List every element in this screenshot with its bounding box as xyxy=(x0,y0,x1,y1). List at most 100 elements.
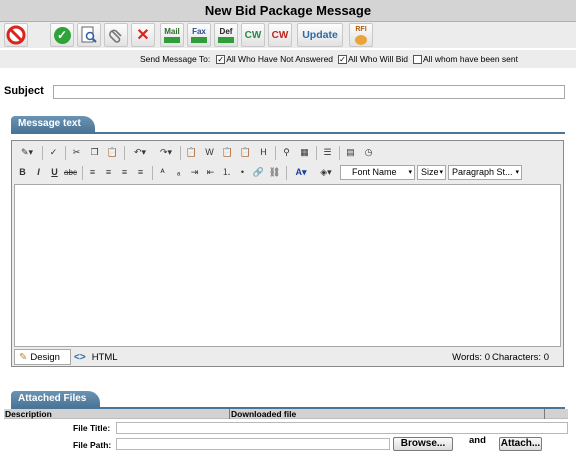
file-title-input[interactable] xyxy=(116,422,568,434)
undo-icon[interactable]: ↶▾ xyxy=(129,146,151,159)
justify-icon[interactable]: ≡ xyxy=(134,166,147,179)
attachments-table-header: Description Downloaded file xyxy=(4,409,568,419)
redo-icon[interactable]: ↷▾ xyxy=(155,146,177,159)
default-button[interactable]: Def xyxy=(214,23,238,47)
design-mode-tab[interactable]: ✎ Design xyxy=(14,349,71,365)
code-icon: <> xyxy=(74,351,86,363)
file-path-input[interactable] xyxy=(116,438,390,450)
subscript-icon[interactable]: ₐ xyxy=(172,166,185,179)
fax-label: Fax xyxy=(192,26,206,36)
html-mode-tab[interactable]: <> HTML xyxy=(74,349,118,365)
font-size-select[interactable]: Size ▾ xyxy=(417,165,446,180)
cw-red-button[interactable]: CW xyxy=(268,23,292,47)
attach-button[interactable] xyxy=(104,23,128,47)
copy-icon[interactable]: ❐ xyxy=(88,146,101,159)
and-label: and xyxy=(469,435,486,446)
indent-icon[interactable]: ⇥ xyxy=(188,166,201,179)
toolbar-separator xyxy=(180,146,181,160)
column-divider xyxy=(544,409,545,419)
file-title-label: File Title: xyxy=(73,423,111,433)
fax-button[interactable]: Fax xyxy=(187,23,211,47)
checkbox-have-been-sent[interactable] xyxy=(413,54,423,64)
toolbar-separator xyxy=(316,146,317,160)
align-center-icon[interactable]: ≡ xyxy=(102,166,115,179)
editor-status-bar: ✎ Design <> HTML Words: 0 Characters: 0 xyxy=(12,348,563,366)
hyperlink-icon[interactable]: 🔗 xyxy=(252,166,265,179)
paragraph-style-select[interactable]: Paragraph St... ▾ xyxy=(448,165,522,180)
chevron-down-icon: ▾ xyxy=(515,169,519,176)
delete-button[interactable]: ✕ xyxy=(131,23,155,47)
attach-file-button[interactable]: Attach... xyxy=(499,437,542,451)
toolbar-separator xyxy=(339,146,340,160)
mail-arrow-icon xyxy=(164,36,180,43)
bullet-list-icon[interactable]: • xyxy=(236,166,249,179)
paste-word-icon[interactable]: W xyxy=(203,146,216,159)
font-name-select[interactable]: Font Name ▾ xyxy=(340,165,415,180)
ok-button[interactable]: ✓ xyxy=(50,23,74,47)
cancel-button[interactable] xyxy=(4,23,28,47)
paste-text-icon[interactable]: 📋 xyxy=(185,146,198,159)
checkbox-will-bid[interactable]: ✓ xyxy=(338,54,348,64)
highlight-color-icon[interactable]: ◈▾ xyxy=(315,166,337,179)
toolbar-separator xyxy=(65,146,66,160)
strikethrough-icon[interactable]: abc xyxy=(64,166,77,179)
font-name-value: Font Name xyxy=(352,167,397,177)
numbered-list-icon[interactable]: ⒈ xyxy=(220,166,233,179)
font-size-value: Size xyxy=(421,167,439,177)
toolbar-separator xyxy=(82,166,83,180)
clock-icon[interactable]: ◷ xyxy=(362,146,375,159)
mail-label: Mail xyxy=(164,26,180,36)
italic-icon[interactable]: I xyxy=(32,166,45,179)
align-left-icon[interactable]: ≡ xyxy=(86,166,99,179)
editor-toolbar-row-1: ✎▾ ✓ ✂ ❐ 📋 ↶▾ ↷▾ 📋 W 📋 📋 H ⚲ ▦ ☰ ▤ ◷ xyxy=(12,143,563,163)
no-entry-icon xyxy=(6,25,26,45)
superscript-icon[interactable]: ᴬ xyxy=(156,166,169,179)
unlink-icon[interactable]: ⛓ xyxy=(268,166,281,179)
document-search-icon xyxy=(81,26,97,43)
paste-icon[interactable]: 📋 xyxy=(106,146,119,159)
word-count: Words: 0 xyxy=(452,352,490,363)
paste-options-icon[interactable]: ✎▾ xyxy=(16,146,38,159)
chevron-down-icon: ▾ xyxy=(408,169,412,176)
bold-icon[interactable]: B xyxy=(16,166,29,179)
subject-input[interactable] xyxy=(53,85,565,99)
def-label: Def xyxy=(219,26,233,36)
select-all-icon[interactable]: ▦ xyxy=(298,146,311,159)
pencil-icon: ✎ xyxy=(19,351,28,363)
send-to-label: Send Message To: xyxy=(140,54,211,64)
underline-icon[interactable]: U xyxy=(48,166,61,179)
red-x-icon: ✕ xyxy=(136,27,150,44)
subject-row: Subject xyxy=(0,84,576,100)
outdent-icon[interactable]: ⇤ xyxy=(204,166,217,179)
mail-button[interactable]: Mail xyxy=(160,23,184,47)
toolbar-separator xyxy=(124,146,125,160)
font-color-icon[interactable]: A▾ xyxy=(290,166,312,179)
spellcheck-icon[interactable]: ✓ xyxy=(47,146,60,159)
rfi-button[interactable]: RFI xyxy=(349,23,373,47)
paste-clean-icon[interactable]: 📋 xyxy=(239,146,252,159)
toolbar-separator xyxy=(152,166,153,180)
align-right-icon[interactable]: ≡ xyxy=(118,166,131,179)
update-button[interactable]: Update xyxy=(297,23,343,47)
window-title: New Bid Package Message xyxy=(0,0,576,22)
checkbox-not-answered[interactable]: ✓ xyxy=(216,54,226,64)
paste-plain-icon[interactable]: 📋 xyxy=(221,146,234,159)
paste-html-icon[interactable]: H xyxy=(257,146,270,159)
find-icon[interactable]: ⚲ xyxy=(280,146,293,159)
file-path-row: File Path: Browse... and Attach... xyxy=(0,435,576,451)
preview-button[interactable] xyxy=(77,23,101,47)
paragraph-style-value: Paragraph St... xyxy=(452,167,513,177)
option-not-answered-label: All Who Have Not Answered xyxy=(226,54,334,64)
subject-label: Subject xyxy=(4,85,44,97)
horizontal-rule-icon[interactable]: ☰ xyxy=(321,146,334,159)
cw-green-button[interactable]: CW xyxy=(241,23,265,47)
message-body-editor[interactable] xyxy=(14,184,561,347)
symbol-icon[interactable]: ▤ xyxy=(344,146,357,159)
browse-button[interactable]: Browse... xyxy=(393,437,453,451)
cut-icon[interactable]: ✂ xyxy=(70,146,83,159)
toolbar-separator xyxy=(275,146,276,160)
toolbar-separator xyxy=(286,166,287,180)
rich-text-editor: ✎▾ ✓ ✂ ❐ 📋 ↶▾ ↷▾ 📋 W 📋 📋 H ⚲ ▦ ☰ ▤ ◷ B I… xyxy=(11,140,564,367)
file-path-label: File Path: xyxy=(73,440,112,450)
design-mode-label: Design xyxy=(30,351,60,363)
